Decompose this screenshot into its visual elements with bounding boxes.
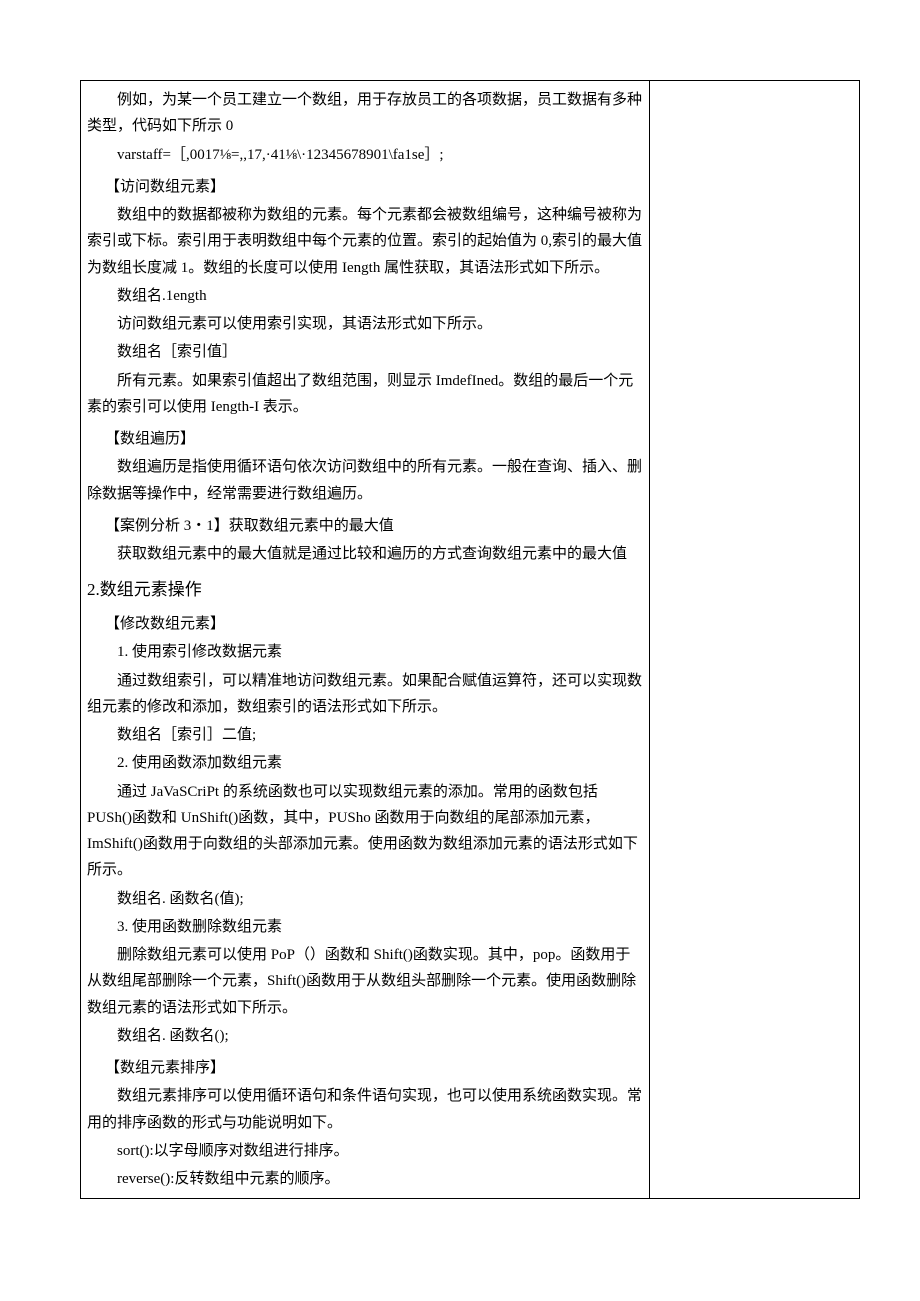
paragraph: 获取数组元素中的最大值就是通过比较和遍历的方式查询数组元素中的最大值 [87, 541, 643, 567]
paragraph: 所有元素。如果索引值超出了数组范围，则显示 ImdefIned。数组的最后一个元… [87, 368, 643, 421]
paragraph: 通过 JaVaSCriPt 的系统函数也可以实现数组元素的添加。常用的函数包括P… [87, 779, 643, 884]
section-heading: 【修改数组元素】 [87, 611, 643, 637]
paragraph: 数组元素排序可以使用循环语句和条件语句实现，也可以使用系统函数实现。常用的排序函… [87, 1083, 643, 1136]
paragraph: 通过数组索引，可以精准地访问数组元素。如果配合赋值运算符，还可以实现数组元素的修… [87, 668, 643, 721]
layout-table: 例如，为某一个员工建立一个数组，用于存放员工的各项数据，员工数据有多种类型，代码… [80, 80, 860, 1199]
document-page: 例如，为某一个员工建立一个数组，用于存放员工的各项数据，员工数据有多种类型，代码… [0, 0, 920, 1301]
list-item: 3. 使用函数删除数组元素 [87, 914, 643, 940]
heading-2: 2.数组元素操作 [87, 575, 643, 605]
paragraph: sort():以字母顺序对数组进行排序。 [87, 1138, 643, 1164]
list-item: 2. 使用函数添加数组元素 [87, 750, 643, 776]
section-heading: 【数组遍历】 [87, 426, 643, 452]
code-line: 数组名［索引值］ [87, 339, 643, 365]
paragraph: 数组遍历是指使用循环语句依次访问数组中的所有元素。一般在查询、插入、删除数据等操… [87, 454, 643, 507]
section-heading: 【访问数组元素】 [87, 174, 643, 200]
code-line: varstaff=［,0017⅛=,,17,·41⅛\·12345678901\… [87, 142, 643, 168]
paragraph: 访问数组元素可以使用索引实现，其语法形式如下所示。 [87, 311, 643, 337]
code-line: 数组名.1ength [87, 283, 643, 309]
side-column [649, 81, 859, 1199]
code-line: 数组名. 函数名(值); [87, 886, 643, 912]
section-heading: 【案例分析 3・1】获取数组元素中的最大值 [87, 513, 643, 539]
section-heading: 【数组元素排序】 [87, 1055, 643, 1081]
paragraph: 删除数组元素可以使用 PoP（）函数和 Shift()函数实现。其中，pop。函… [87, 942, 643, 1021]
paragraph: reverse():反转数组中元素的顺序。 [87, 1166, 643, 1192]
code-line: 数组名. 函数名(); [87, 1023, 643, 1049]
paragraph: 例如，为某一个员工建立一个数组，用于存放员工的各项数据，员工数据有多种类型，代码… [87, 87, 643, 140]
paragraph: 数组中的数据都被称为数组的元素。每个元素都会被数组编号，这种编号被称为索引或下标… [87, 202, 643, 281]
main-column: 例如，为某一个员工建立一个数组，用于存放员工的各项数据，员工数据有多种类型，代码… [81, 81, 650, 1199]
code-line: 数组名［索引］二值; [87, 722, 643, 748]
list-item: 1. 使用索引修改数据元素 [87, 639, 643, 665]
